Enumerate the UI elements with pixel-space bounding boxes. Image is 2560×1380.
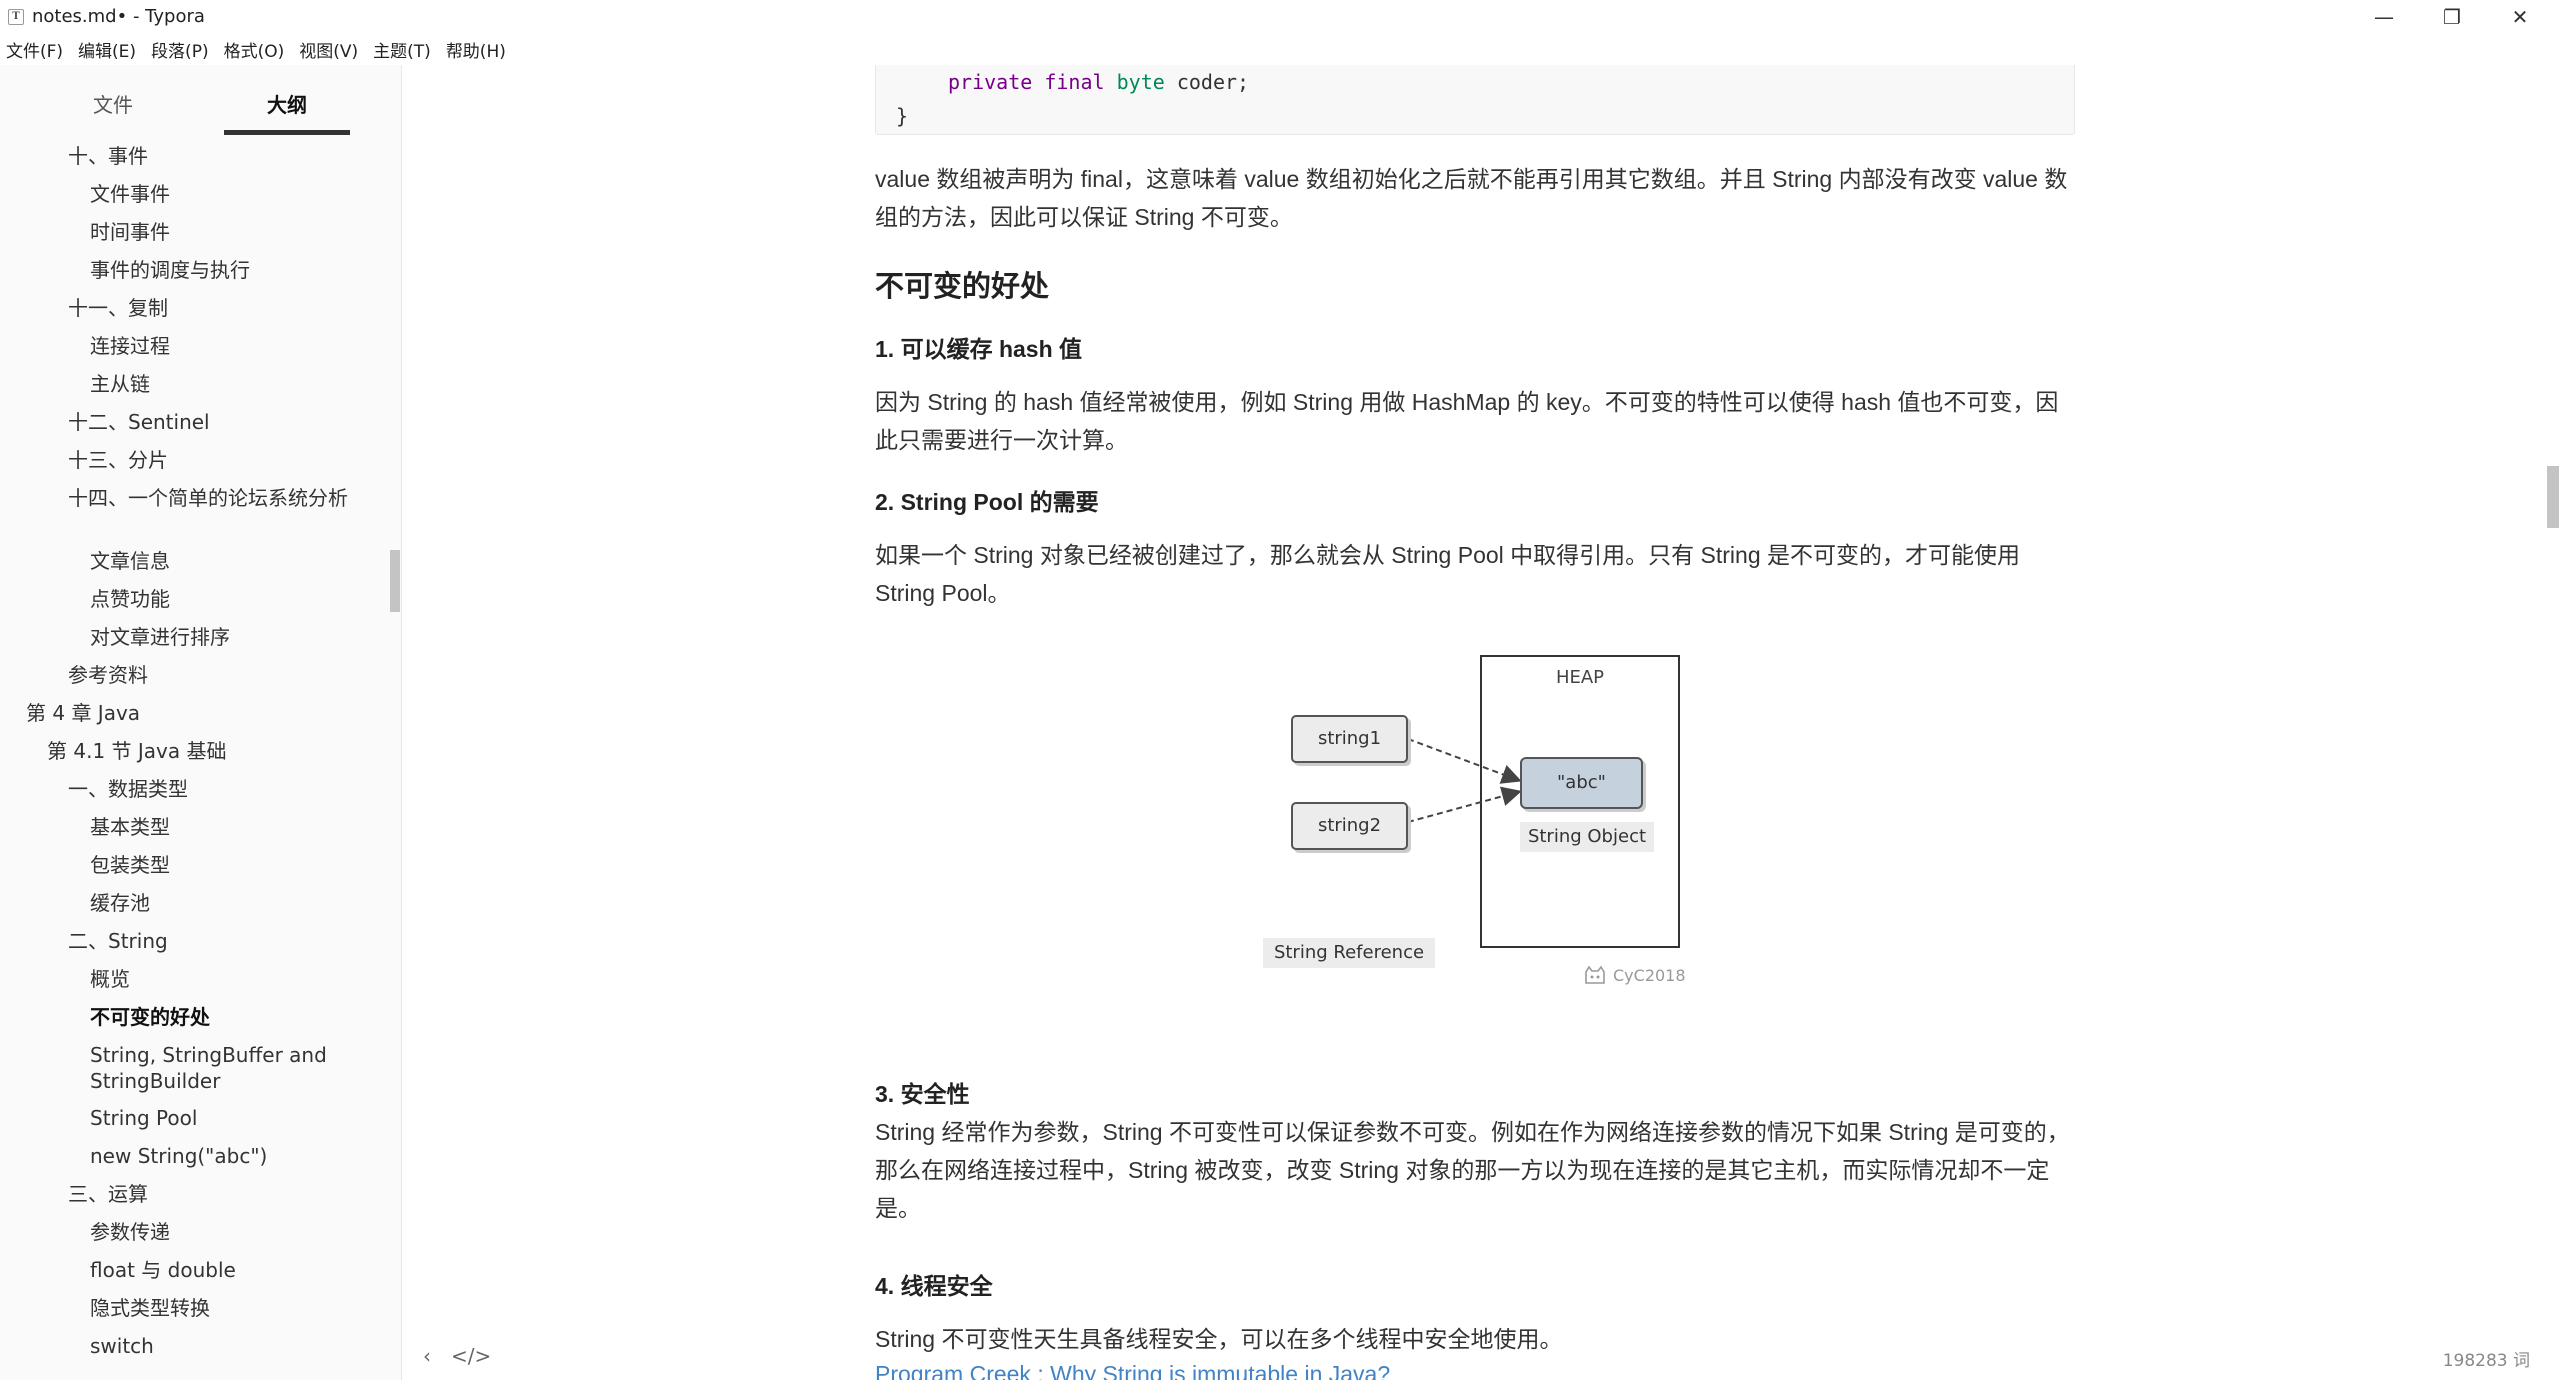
menu-help[interactable]: 帮助(H) [446, 37, 506, 62]
typora-app-icon: T [8, 8, 24, 25]
outline-item[interactable]: 参考资料 [68, 662, 148, 688]
outline-item[interactable]: 隐式类型转换 [90, 1295, 210, 1321]
tab-files[interactable]: 文件 [50, 85, 176, 135]
outline-item[interactable]: 二、String [68, 928, 168, 954]
outline-item[interactable]: 参数传递 [90, 1219, 170, 1245]
string1-box: string1 [1291, 715, 1408, 763]
outline-item[interactable]: 基本类型 [90, 814, 170, 840]
tab-outline[interactable]: 大纲 [224, 85, 350, 135]
title-bar: T notes.md• - Typora — ❐ ✕ [0, 0, 2560, 33]
paragraph-security: String 经常作为参数，String 不可变性可以保证参数不可变。例如在作为… [875, 1119, 2070, 1221]
outline-item-active[interactable]: 不可变的好处 [90, 1004, 210, 1030]
minimize-button[interactable]: — [2350, 0, 2418, 33]
toggle-sidebar-button[interactable]: ‹ [409, 1344, 445, 1368]
program-creek-link[interactable]: Program Creek : Why String is immutable … [875, 1361, 1390, 1380]
string-reference-label: String Reference [1263, 938, 1435, 968]
menu-themes[interactable]: 主题(T) [373, 37, 431, 62]
outline-item[interactable]: 主从链 [90, 371, 150, 397]
outline-item[interactable]: switch [90, 1333, 154, 1359]
paragraph-cache-hash: 因为 String 的 hash 值经常被使用，例如 String 用做 Has… [875, 389, 2059, 453]
menu-edit[interactable]: 编辑(E) [78, 37, 136, 62]
status-bar-left: ‹ </> [403, 1340, 491, 1372]
outline-item[interactable]: 事件的调度与执行 [90, 257, 250, 283]
heading-thread-safety: 4. 线程安全 [875, 1273, 993, 1299]
paragraph-final: value 数组被声明为 final，这意味着 value 数组初始化之后就不能… [875, 166, 2068, 230]
paragraph-string-pool: 如果一个 String 对象已经被创建过了，那么就会从 String Pool … [875, 542, 2021, 606]
menu-view[interactable]: 视图(V) [299, 37, 358, 62]
outline-item[interactable]: 三、运算 [68, 1181, 148, 1207]
diagram-watermark: CyC2018 [1583, 965, 1686, 985]
menu-paragraph[interactable]: 段落(P) [151, 37, 209, 62]
menu-format[interactable]: 格式(O) [224, 37, 285, 62]
heading-immutable-benefits: 不可变的好处 [875, 271, 1050, 303]
watermark-text: CyC2018 [1613, 965, 1686, 985]
outline-item[interactable]: String Pool [90, 1105, 197, 1131]
outline-item[interactable]: 缓存池 [90, 890, 150, 916]
arrow-string2 [1407, 786, 1522, 823]
code-block[interactable]: private final byte coder; } [875, 65, 2075, 135]
editor-content[interactable]: private final byte coder; } value 数组被声明为… [403, 65, 2560, 1380]
code-text: coder; [1164, 70, 1250, 94]
sidebar-tabs: 文件 大纲 [0, 85, 400, 135]
abc-object-box: "abc" [1520, 757, 1643, 809]
menu-bar: 文件(F) 编辑(E) 段落(P) 格式(O) 视图(V) 主题(T) 帮助(H… [0, 33, 2560, 65]
outline-item[interactable]: 十、事件 [68, 143, 148, 169]
code-line: private final byte coder; [948, 70, 1249, 94]
outline-item[interactable]: 时间事件 [90, 219, 170, 245]
code-closing-brace: } [896, 104, 909, 128]
heading-string-pool: 2. String Pool 的需要 [875, 489, 1099, 515]
outline-item[interactable]: 一、数据类型 [68, 776, 188, 802]
outline-item[interactable]: 十二、Sentinel [68, 409, 210, 435]
outline-item[interactable]: float 与 double [90, 1257, 236, 1283]
outline-item[interactable]: 第 4 章 Java [26, 700, 140, 726]
close-button[interactable]: ✕ [2486, 0, 2554, 33]
outline-item[interactable]: 十一、复制 [68, 295, 168, 321]
outline-item[interactable]: 第 4.1 节 Java 基础 [47, 738, 226, 764]
code-keyword: private [948, 70, 1033, 94]
outline-item[interactable]: 点赞功能 [90, 586, 170, 612]
word-count[interactable]: 198283 词 [2400, 1346, 2530, 1371]
source-code-mode-button[interactable]: </> [451, 1344, 491, 1368]
github-cat-icon [1585, 965, 1605, 984]
sidebar-scrollbar-thumb[interactable] [390, 550, 400, 612]
heading-security: 3. 安全性 [875, 1081, 970, 1107]
outline-item[interactable]: 十三、分片 [68, 447, 168, 473]
outline-item[interactable]: new String("abc") [90, 1143, 267, 1169]
string-object-label: String Object [1520, 822, 1654, 852]
sidebar: 文件 大纲 十、事件 文件事件 时间事件 事件的调度与执行 十一、复制 连接过程… [0, 65, 402, 1380]
outline-item[interactable]: 对文章进行排序 [90, 624, 230, 650]
maximize-button[interactable]: ❐ [2418, 0, 2486, 33]
string2-box: string2 [1291, 802, 1408, 850]
string-pool-diagram[interactable]: HEAP string1 string2 "abc" String Object… [1258, 650, 1718, 970]
window-title: notes.md• - Typora [32, 6, 205, 27]
outline-item[interactable]: 连接过程 [90, 333, 170, 359]
heading-cache-hash: 1. 可以缓存 hash 值 [875, 336, 1083, 362]
outline-item[interactable]: 概览 [90, 966, 130, 992]
outline-item[interactable]: 包装类型 [90, 852, 170, 878]
menu-file[interactable]: 文件(F) [6, 37, 63, 62]
outline-item[interactable]: 十四、一个简单的论坛系统分析 [68, 485, 358, 511]
outline-item[interactable]: 文章信息 [90, 548, 170, 574]
outline-item[interactable]: 文件事件 [90, 181, 170, 207]
outline-item[interactable]: String, StringBuffer and StringBuilder [90, 1042, 350, 1094]
arrow-string1 [1407, 738, 1522, 784]
code-keyword: final [1044, 70, 1105, 94]
editor-scrollbar-thumb[interactable] [2547, 466, 2559, 528]
paragraph-thread-safety: String 不可变性天生具备线程安全，可以在多个线程中安全地使用。 [875, 1326, 1563, 1352]
code-type: byte [1116, 70, 1165, 94]
